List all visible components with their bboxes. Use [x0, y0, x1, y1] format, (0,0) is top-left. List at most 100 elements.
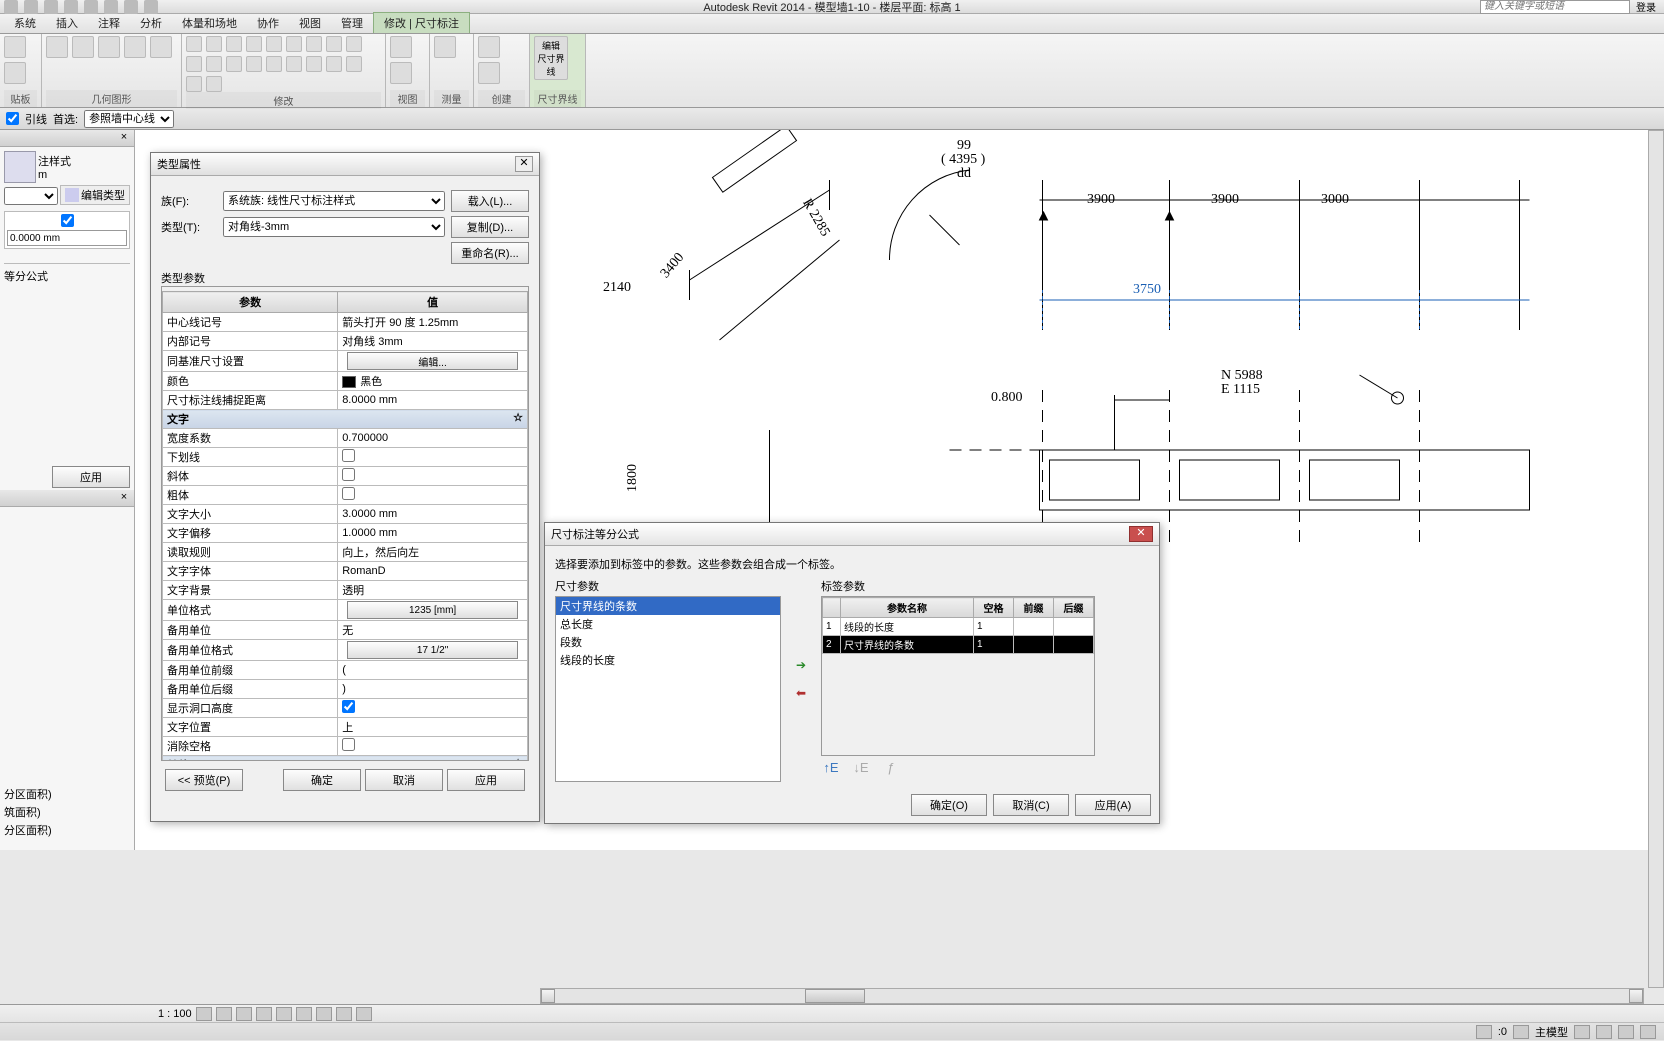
ribbon-button[interactable] — [186, 56, 202, 72]
preview-button[interactable]: << 预览(P) — [165, 769, 243, 791]
edit-witness-button[interactable]: 编辑 尺寸界线 — [534, 36, 568, 80]
type-select[interactable]: 对角线-3mm — [223, 217, 445, 237]
param-value[interactable]: 对角线 3mm — [338, 332, 528, 351]
list-item[interactable]: 总长度 — [556, 615, 780, 633]
type-selector[interactable] — [4, 187, 58, 205]
tab-system[interactable]: 系统 — [4, 13, 46, 33]
ribbon-button[interactable] — [286, 56, 302, 72]
tab-insert[interactable]: 插入 — [46, 13, 88, 33]
sb-icon[interactable] — [196, 1007, 212, 1021]
param-value[interactable]: 17 1/2" — [338, 640, 528, 661]
param-button[interactable]: 编辑... — [347, 352, 519, 370]
ribbon-button[interactable] — [226, 36, 242, 52]
ribbon-button[interactable] — [390, 62, 412, 84]
fx-button[interactable]: ƒ — [881, 760, 901, 778]
ribbon-button[interactable] — [326, 56, 342, 72]
prop-value-input[interactable] — [7, 230, 127, 246]
param-value[interactable] — [338, 467, 528, 486]
param-checkbox[interactable] — [342, 738, 355, 751]
param-value[interactable]: RomanD — [338, 562, 528, 581]
load-button[interactable]: 载入(L)... — [451, 190, 529, 212]
table-cell[interactable] — [1054, 618, 1094, 636]
ribbon-button[interactable] — [246, 36, 262, 52]
table-cell[interactable] — [1054, 636, 1094, 654]
horizontal-scrollbar[interactable] — [540, 988, 1644, 1004]
param-value[interactable]: 1235 [mm] — [338, 600, 528, 621]
table-cell[interactable]: 2 — [823, 636, 841, 654]
close-icon[interactable]: × — [118, 132, 130, 144]
sb-icon[interactable] — [256, 1007, 272, 1021]
apply-button[interactable]: 应用 — [52, 466, 130, 488]
table-cell[interactable]: 1 — [974, 636, 1014, 654]
duplicate-button[interactable]: 复制(D)... — [451, 216, 529, 238]
tab-view[interactable]: 视图 — [289, 13, 331, 33]
sb-icon[interactable] — [1574, 1025, 1590, 1039]
param-value[interactable]: 3.0000 mm — [338, 505, 528, 524]
param-value[interactable]: 8.0000 mm — [338, 391, 528, 410]
table-cell[interactable]: 线段的长度 — [841, 618, 974, 636]
qat-icon[interactable] — [104, 0, 118, 14]
param-checkbox[interactable] — [342, 487, 355, 500]
ribbon-button[interactable] — [326, 36, 342, 52]
param-checkbox[interactable] — [342, 449, 355, 462]
cancel-button[interactable]: 取消(C) — [993, 794, 1069, 816]
qat-icon[interactable] — [84, 0, 98, 14]
param-button[interactable]: 1235 [mm] — [347, 601, 519, 619]
close-icon[interactable]: ✕ — [1129, 526, 1153, 542]
ribbon-button[interactable] — [226, 56, 242, 72]
ribbon-button[interactable] — [478, 36, 500, 58]
ribbon-button[interactable] — [390, 36, 412, 58]
prop-checkbox[interactable] — [61, 214, 74, 227]
ribbon-button[interactable] — [286, 36, 302, 52]
move-down-button[interactable]: ↓E — [851, 760, 871, 778]
ribbon-button[interactable] — [206, 76, 222, 92]
ribbon-button[interactable] — [434, 36, 456, 58]
ribbon-button[interactable] — [346, 56, 362, 72]
tab-manage[interactable]: 管理 — [331, 13, 373, 33]
ribbon-button[interactable] — [46, 36, 68, 58]
param-value[interactable]: 黑色 — [338, 372, 528, 391]
qat-icon[interactable] — [44, 0, 58, 14]
qat-icon[interactable] — [64, 0, 78, 14]
label-params-table[interactable]: 参数名称 空格 前缀 后缀 1线段的长度12尺寸界线的条数1 — [822, 597, 1094, 654]
close-icon[interactable]: × — [118, 492, 130, 504]
ribbon-button[interactable] — [98, 36, 120, 58]
sb-icon[interactable] — [1596, 1025, 1612, 1039]
main-model-label[interactable]: 主模型 — [1535, 1024, 1568, 1040]
param-value[interactable]: 编辑... — [338, 351, 528, 372]
ribbon-button[interactable] — [246, 56, 262, 72]
ribbon-button[interactable] — [346, 36, 362, 52]
sb-icon[interactable] — [1618, 1025, 1634, 1039]
table-cell[interactable]: 尺寸界线的条数 — [841, 636, 974, 654]
apply-button[interactable]: 应用 — [447, 769, 525, 791]
param-value[interactable] — [338, 486, 528, 505]
cancel-button[interactable]: 取消 — [365, 769, 443, 791]
ok-button[interactable]: 确定(O) — [911, 794, 987, 816]
table-cell[interactable] — [1014, 636, 1054, 654]
sb-icon[interactable] — [236, 1007, 252, 1021]
qat-icon[interactable] — [24, 0, 38, 14]
param-value[interactable]: 上 — [338, 718, 528, 737]
vertical-scrollbar[interactable] — [1648, 130, 1664, 988]
ribbon-button[interactable] — [266, 36, 282, 52]
sb-icon[interactable] — [296, 1007, 312, 1021]
table-cell[interactable]: 1 — [823, 618, 841, 636]
param-value[interactable]: 箭头打开 90 度 1.25mm — [338, 313, 528, 332]
ribbon-button[interactable] — [4, 62, 26, 84]
add-param-button[interactable]: ➔ — [791, 658, 811, 674]
tab-massing[interactable]: 体量和场地 — [172, 13, 247, 33]
param-value[interactable]: 向上，然后向左 — [338, 543, 528, 562]
tab-annotate[interactable]: 注释 — [88, 13, 130, 33]
ribbon-button[interactable] — [124, 36, 146, 58]
param-value[interactable]: 1.0000 mm — [338, 524, 528, 543]
ribbon-button[interactable] — [306, 36, 322, 52]
sb-icon[interactable] — [216, 1007, 232, 1021]
help-search[interactable] — [1480, 0, 1630, 14]
sb-icon[interactable] — [1513, 1025, 1529, 1039]
dimension-params-list[interactable]: 尺寸界线的条数总长度段数线段的长度 — [555, 596, 781, 782]
edit-type-button[interactable]: 编辑类型 — [60, 185, 130, 205]
sb-icon[interactable] — [276, 1007, 292, 1021]
sb-icon[interactable] — [336, 1007, 352, 1021]
param-value[interactable]: ) — [338, 680, 528, 699]
close-icon[interactable]: ✕ — [515, 156, 533, 172]
